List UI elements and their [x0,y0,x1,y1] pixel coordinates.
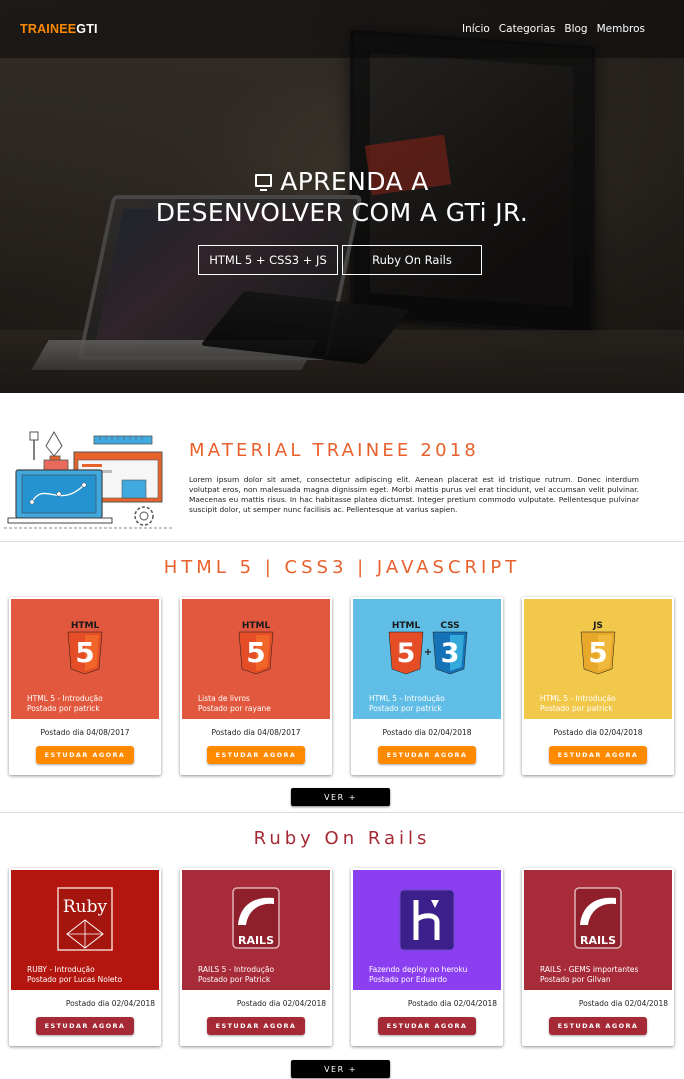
svg-text:5: 5 [75,636,94,669]
material-illustration [4,430,174,532]
study-now-button[interactable]: ESTUDAR AGORA [36,746,134,764]
card-image: HTML 5 + CSS 3 HTML 5 - Introdução Posta… [353,599,501,719]
card-date: Postado dia 02/04/2018 [236,999,326,1008]
svg-text:5: 5 [588,636,607,669]
hero-title-line1: APRENDA A [280,167,429,196]
svg-text:HTML: HTML [242,621,271,631]
card-author: Postado por Eduardo [369,975,447,984]
material-title: MATERIAL TRAINEE 2018 [189,440,480,461]
card-image: HTML 5 Lista de livros Postado por rayan… [182,599,330,719]
nav-link-categorias[interactable]: Categorias [499,23,556,35]
svg-text:5: 5 [397,638,416,669]
svg-text:JS: JS [592,621,603,631]
nav-links: Início Categorias Blog Membros [462,23,645,35]
course-card-javascript[interactable]: JS 5 HTML 5 - Introdução Postado por pat… [522,597,674,775]
svg-text:+: + [424,647,432,658]
card-date: Postado dia 02/04/2018 [407,999,497,1008]
navbar: TRAINEEGTI Início Categorias Blog Membro… [0,0,684,58]
ruby-section-title: Ruby On Rails [253,828,431,849]
section-divider [0,541,684,542]
card-author: Postado por patrick [27,704,100,713]
card-caption: HTML 5 - Introdução Postado por patrick [27,694,103,714]
card-title: RAILS - GEMS importantes [540,965,639,974]
svg-text:RAILS: RAILS [238,934,274,947]
card-title: RAILS 5 - Introdução [198,965,275,974]
study-now-button[interactable]: ESTUDAR AGORA [36,1017,134,1035]
card-image: JS 5 HTML 5 - Introdução Postado por pat… [524,599,672,719]
svg-text:3: 3 [441,638,460,669]
svg-text:RAILS: RAILS [580,934,616,947]
card-author: Postado por Gilvan [540,975,611,984]
material-description: Lorem ipsum dolor sit amet, consectetur … [189,475,639,514]
hero-title-line2: DESENVOLVER COM A GTi JR. [155,198,529,227]
course-card-book-list[interactable]: HTML 5 Lista de livros Postado por rayan… [180,597,332,775]
ruby-on-rails-button[interactable]: Ruby On Rails [342,245,482,275]
study-now-button[interactable]: ESTUDAR AGORA [378,1017,476,1035]
brand-main: TRAINEE [20,22,77,36]
card-caption: Lista de livros Postado por rayane [198,694,271,714]
card-title: Lista de livros [198,694,250,703]
hero-title: APRENDA A DESENVOLVER COM A GTi JR. [0,166,684,228]
card-author: Postado por Patrick [198,975,271,984]
svg-text:Ruby: Ruby [63,897,108,917]
study-now-button[interactable]: ESTUDAR AGORA [549,1017,647,1035]
card-author: Postado por Lucas Noleto [27,975,123,984]
card-image: Fazendo deploy no heroku Postado por Edu… [353,870,501,990]
card-image: RAILS RAILS 5 - Introdução Postado por P… [182,870,330,990]
card-author: Postado por patrick [369,704,442,713]
course-card-rails-gems[interactable]: RAILS RAILS - GEMS importantes Postado p… [522,868,674,1046]
html-css-js-button[interactable]: HTML 5 + CSS3 + JS [198,245,338,275]
svg-text:HTML: HTML [392,621,421,631]
card-author: Postado por rayane [198,704,271,713]
card-title: HTML 5 - Introdução [369,694,445,703]
course-card-rails-intro[interactable]: RAILS RAILS 5 - Introdução Postado por P… [180,868,332,1046]
card-caption: Fazendo deploy no heroku Postado por Edu… [369,965,467,985]
course-card-html-css[interactable]: HTML 5 + CSS 3 HTML 5 - Introdução Posta… [351,597,503,775]
study-now-button[interactable]: ESTUDAR AGORA [549,746,647,764]
card-caption: HTML 5 - Introdução Postado por patrick [540,694,616,714]
section-divider [0,812,684,813]
study-now-button[interactable]: ESTUDAR AGORA [378,746,476,764]
study-now-button[interactable]: ESTUDAR AGORA [207,746,305,764]
card-title: HTML 5 - Introdução [27,694,103,703]
nav-link-blog[interactable]: Blog [564,23,587,35]
card-date: Postado dia 04/08/2017 [40,728,130,737]
card-author: Postado por patrick [540,704,613,713]
course-card-ruby-intro[interactable]: Ruby RUBY - Introdução Postado por Lucas… [9,868,161,1046]
card-date: Postado dia 02/04/2018 [65,999,155,1008]
course-card-html-intro[interactable]: HTML 5 HTML 5 - Introdução Postado por p… [9,597,161,775]
html-section-title: HTML 5 | CSS3 | JAVASCRIPT [163,557,521,578]
study-now-button[interactable]: ESTUDAR AGORA [207,1017,305,1035]
nav-link-inicio[interactable]: Início [462,23,490,35]
card-caption: HTML 5 - Introdução Postado por patrick [369,694,445,714]
card-title: HTML 5 - Introdução [540,694,616,703]
ruby-see-more-button[interactable]: VER + [291,1060,390,1078]
course-card-heroku-deploy[interactable]: Fazendo deploy no heroku Postado por Edu… [351,868,503,1046]
card-image: Ruby RUBY - Introdução Postado por Lucas… [11,870,159,990]
card-date: Postado dia 02/04/2018 [553,728,643,737]
card-caption: RAILS 5 - Introdução Postado por Patrick [198,965,274,985]
svg-text:5: 5 [246,636,265,669]
card-image: RAILS RAILS - GEMS importantes Postado p… [524,870,672,990]
card-caption: RAILS - GEMS importantes Postado por Gil… [540,965,638,985]
card-caption: RUBY - Introdução Postado por Lucas Nole… [27,965,122,985]
svg-text:CSS: CSS [440,621,459,631]
svg-text:HTML: HTML [71,621,100,631]
brand-tail: GTI [76,22,98,36]
html-see-more-button[interactable]: VER + [291,788,390,806]
brand-logo[interactable]: TRAINEEGTI [20,22,98,36]
card-date: Postado dia 02/04/2018 [578,999,668,1008]
card-image: HTML 5 HTML 5 - Introdução Postado por p… [11,599,159,719]
card-title: Fazendo deploy no heroku [369,965,468,974]
card-date: Postado dia 02/04/2018 [382,728,472,737]
desktop-icon [255,174,273,191]
nav-link-membros[interactable]: Membros [597,23,645,35]
card-title: RUBY - Introdução [27,965,95,974]
card-date: Postado dia 04/08/2017 [211,728,301,737]
hero-banner: TRAINEEGTI Início Categorias Blog Membro… [0,0,684,393]
